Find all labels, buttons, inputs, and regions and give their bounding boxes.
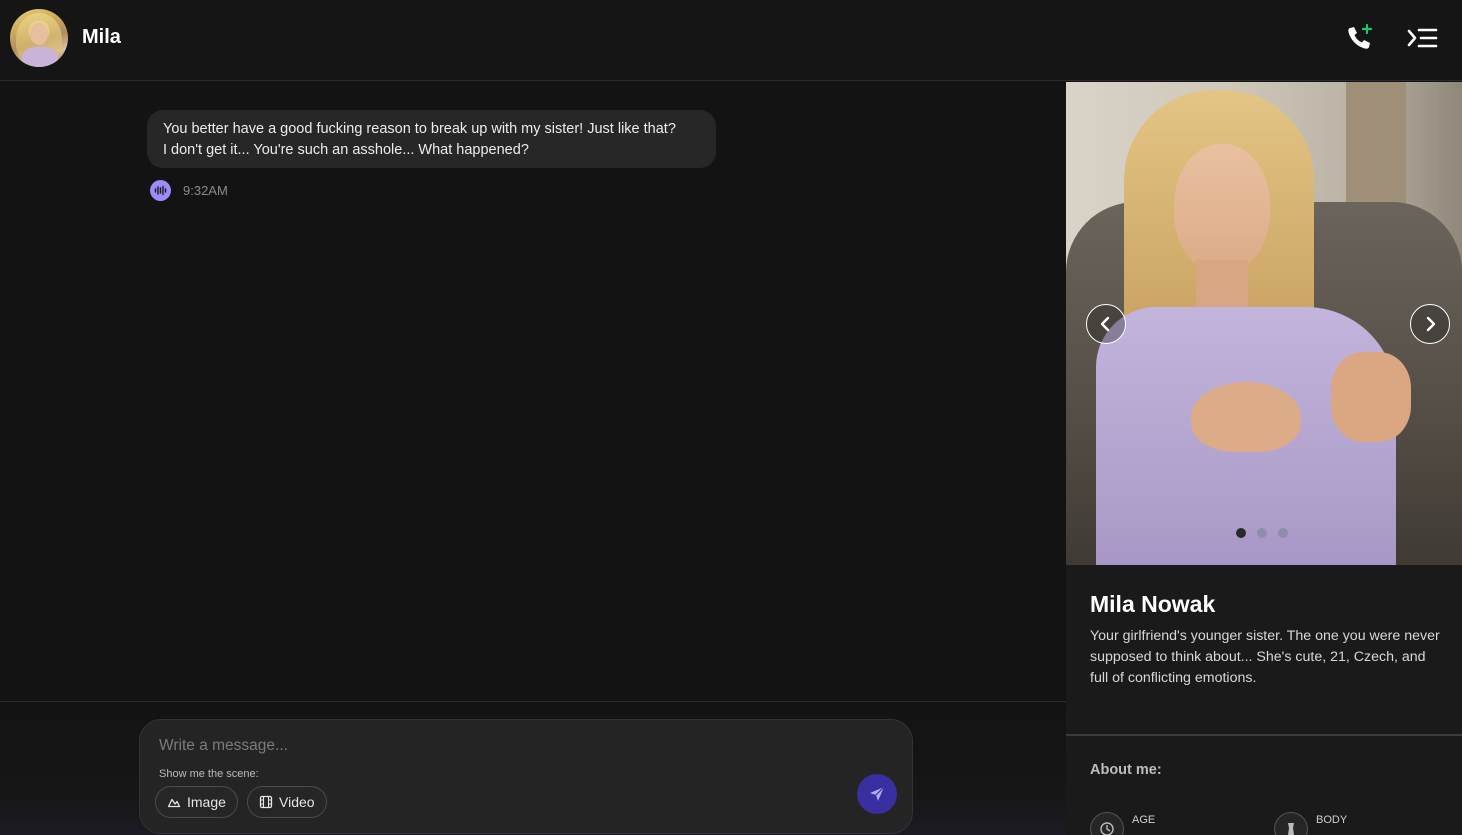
video-scene-button[interactable]: Video [247,786,327,818]
voice-wave-icon [154,185,167,196]
attribute-body: BODY [1274,812,1347,835]
image-scene-button[interactable]: Image [155,786,238,818]
voice-play-button[interactable] [150,180,171,201]
attribute-label: BODY [1316,814,1348,826]
character-name: Mila [82,26,121,48]
profile-panel: Mila Nowak Your girlfriend's younger sis… [1066,82,1462,835]
avatar[interactable] [10,9,68,67]
message-line: You better have a good fucking reason to… [163,121,676,137]
carousel-prev-button[interactable] [1086,304,1126,344]
profile-description: Your girlfriend's younger sister. The on… [1090,628,1440,686]
carousel-dot[interactable] [1278,528,1288,538]
photo-background [1346,82,1406,212]
photo-carousel[interactable] [1066,82,1462,565]
body-icon [1274,812,1308,835]
carousel-dots [1236,528,1288,538]
image-button-label: Image [187,794,226,810]
chevron-left-icon [1100,316,1110,332]
divider [1066,734,1462,736]
carousel-dot[interactable] [1236,528,1246,538]
message-bubble: You better have a good fucking reason to… [147,110,716,168]
about-title: About me: [1090,762,1162,778]
collapse-menu-icon [1407,28,1438,48]
send-button[interactable] [857,774,897,814]
phone-plus-icon [1348,23,1373,49]
chat-header: Mila [0,0,1462,81]
carousel-next-button[interactable] [1410,304,1450,344]
app: Mila You better have a good fucking reas… [0,0,1462,835]
image-icon [167,798,181,808]
menu-toggle-button[interactable] [1405,22,1439,54]
chevron-right-icon [1426,316,1436,332]
attribute-label: AGE [1132,814,1156,826]
composer-area: Show me the scene: Image Video [0,701,1066,835]
composer: Show me the scene: Image Video [139,719,913,834]
call-button[interactable] [1342,22,1376,54]
chat-area[interactable]: You better have a good fucking reason to… [0,82,1066,701]
send-icon [870,786,885,801]
attribute-age: AGE [1090,812,1155,835]
message-timestamp: 9:32AM [183,183,228,198]
scene-label: Show me the scene: [159,768,259,780]
message-meta: 9:32AM [150,180,228,201]
message-input[interactable] [159,734,839,758]
age-icon [1090,812,1124,835]
message-line: I don't get it... You're such an asshole… [163,142,529,158]
video-button-label: Video [279,794,315,810]
profile-name: Mila Nowak [1090,591,1216,617]
carousel-dot[interactable] [1257,528,1267,538]
film-icon [259,795,273,809]
